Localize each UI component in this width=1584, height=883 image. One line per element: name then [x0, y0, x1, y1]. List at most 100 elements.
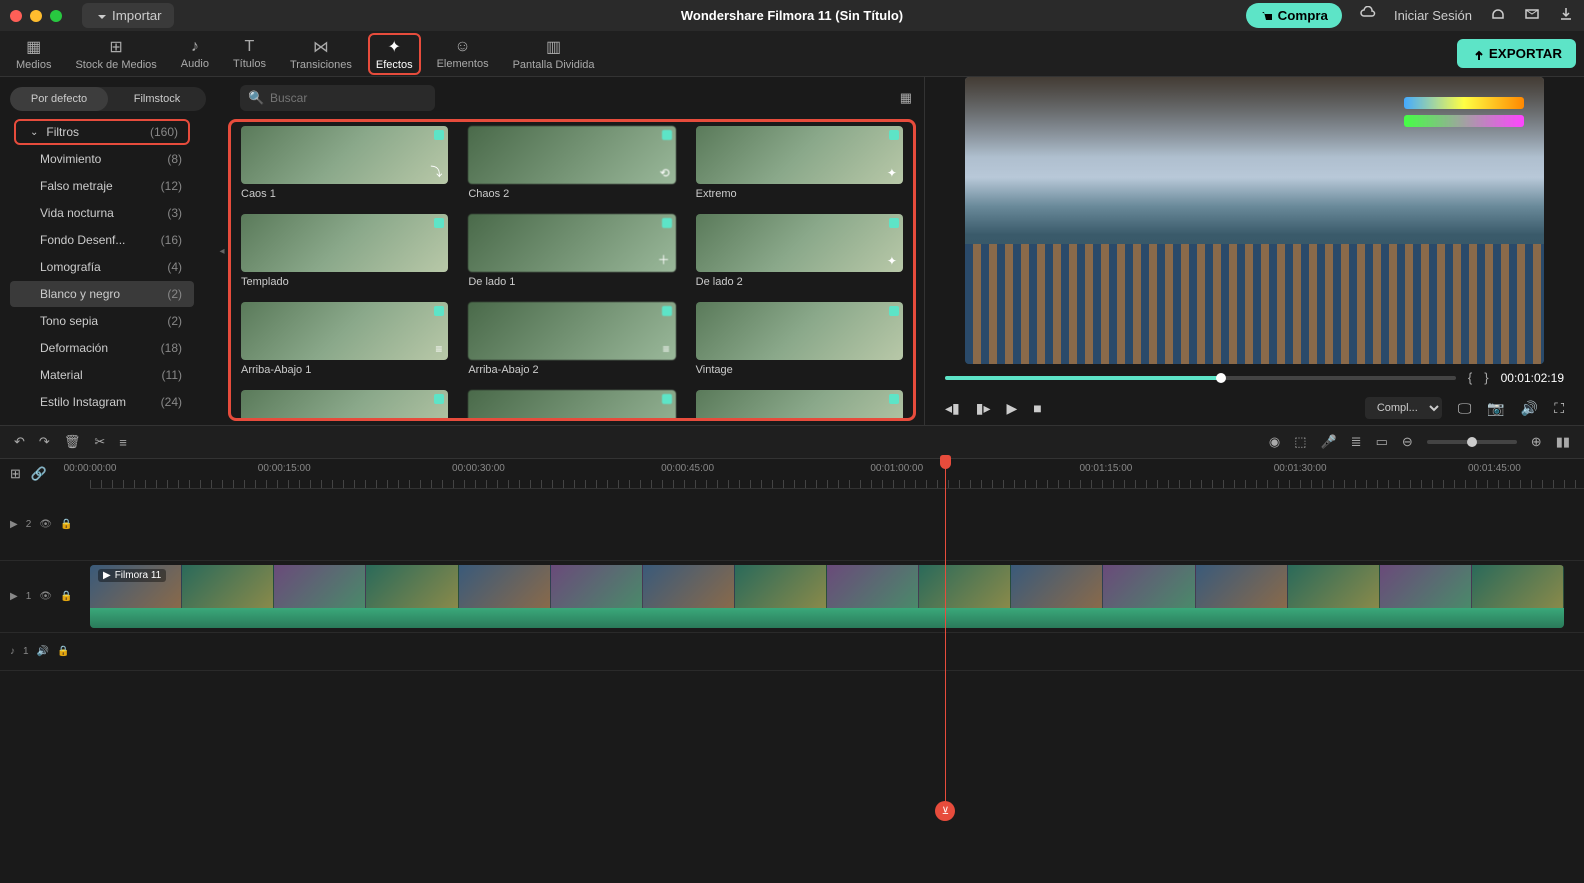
track-body-video-2[interactable]	[90, 489, 1584, 560]
audio-mixer-icon[interactable]: ≣	[1351, 434, 1362, 450]
playhead[interactable]	[945, 459, 946, 811]
audio-track-1[interactable]: ♪ 1 🔊 🔒	[0, 633, 1584, 671]
preview-quality-select[interactable]: Compl...	[1365, 397, 1442, 419]
stop-button[interactable]: ■	[1033, 400, 1041, 416]
zoom-fit-button[interactable]: ▮▮	[1556, 434, 1570, 450]
maximize-window-button[interactable]	[50, 10, 62, 22]
effect-card[interactable]: ≡Arriba-Abajo 2	[468, 302, 675, 376]
effect-card[interactable]: Vintage	[696, 302, 903, 376]
timeline-clip[interactable]: ▶Filmora 11	[90, 565, 1564, 628]
category-item[interactable]: Lomografía(4)	[10, 254, 194, 280]
download-icon[interactable]	[1558, 6, 1574, 25]
effect-card[interactable]	[468, 390, 675, 421]
category-item[interactable]: Deformación(18)	[10, 335, 194, 361]
track-body-video-1[interactable]: ▶Filmora 11	[90, 561, 1584, 632]
tab-audio[interactable]: ♪Audio	[173, 34, 217, 74]
split-button[interactable]: ✂	[94, 434, 105, 450]
close-window-button[interactable]	[10, 10, 22, 22]
visibility-icon[interactable]: 👁	[39, 519, 52, 530]
track-body-audio-1[interactable]	[90, 633, 1584, 670]
effect-label: De lado 2	[696, 276, 903, 288]
mail-icon[interactable]	[1524, 6, 1540, 25]
effect-card[interactable]: ✦De lado 2	[696, 214, 903, 288]
effect-card[interactable]	[696, 390, 903, 421]
sub-tab-filmstock[interactable]: Filmstock	[108, 87, 206, 111]
video-track-2[interactable]: ▶ 2 👁 🔒	[0, 489, 1584, 561]
tab-stock-media[interactable]: ⊞Stock de Medios	[67, 33, 164, 75]
cloud-icon[interactable]	[1360, 6, 1376, 25]
delete-button[interactable]: 🗑	[64, 434, 81, 450]
next-frame-button[interactable]: ▮▸	[976, 400, 991, 417]
redo-button[interactable]: ↷	[39, 434, 50, 450]
tab-effects[interactable]: ✦Efectos	[368, 33, 421, 75]
import-button[interactable]: Importar	[82, 3, 174, 28]
mute-icon[interactable]: 🔊	[37, 646, 49, 657]
edit-menu-button[interactable]: ≡	[119, 435, 127, 450]
minimize-window-button[interactable]	[30, 10, 42, 22]
export-button[interactable]: EXPORTAR	[1457, 39, 1576, 68]
category-item[interactable]: Fondo Desenf...(16)	[10, 227, 194, 253]
effect-card[interactable]: ⤵Caos 1	[241, 126, 448, 200]
sub-tab-default[interactable]: Por defecto	[10, 87, 108, 111]
record-button[interactable]: ◉	[1269, 434, 1280, 450]
category-item[interactable]: Tono sepia(2)	[10, 308, 194, 334]
zoom-slider[interactable]	[1427, 440, 1517, 444]
tab-elements[interactable]: ☺Elementos	[429, 34, 497, 74]
voiceover-icon[interactable]: 🎤	[1320, 434, 1336, 450]
headset-icon[interactable]	[1490, 6, 1506, 25]
tab-split-screen[interactable]: ▥Pantalla Dividida	[505, 33, 603, 75]
effect-card[interactable]: ≡Arriba-Abajo 1	[241, 302, 448, 376]
snapshot-icon[interactable]: 📷	[1487, 400, 1504, 417]
zoom-in-button[interactable]: ⊕	[1531, 434, 1542, 450]
tab-titles[interactable]: TTítulos	[225, 34, 274, 74]
category-item[interactable]: Vida nocturna(3)	[10, 200, 194, 226]
category-item[interactable]: ⌄Filtros(160)	[14, 119, 190, 145]
effect-card[interactable]: ✦Extremo	[696, 126, 903, 200]
export-icon	[1471, 48, 1483, 60]
category-item[interactable]: Material(11)	[10, 362, 194, 388]
sidebar-collapse-handle[interactable]: ◂	[216, 77, 228, 425]
category-name: Material	[40, 368, 83, 382]
effect-card[interactable]: ⟲Chaos 2	[468, 126, 675, 200]
preview-progress-thumb[interactable]	[1216, 373, 1226, 383]
category-item[interactable]: Movimiento(8)	[10, 146, 194, 172]
effect-card[interactable]: ＋De lado 1	[468, 214, 675, 288]
tab-media[interactable]: ▦Medios	[8, 33, 59, 75]
preview-progress-track[interactable]	[945, 376, 1456, 380]
timeline-options-icon[interactable]: ⊞	[10, 466, 21, 482]
category-count: (2)	[167, 287, 182, 301]
zoom-slider-thumb[interactable]	[1467, 437, 1477, 447]
prev-frame-button[interactable]: ◂▮	[945, 400, 960, 417]
effect-card[interactable]: Templado	[241, 214, 448, 288]
mark-in-button[interactable]: {	[1468, 370, 1472, 385]
fullscreen-icon[interactable]: ⛶	[1554, 400, 1564, 417]
search-input[interactable]	[240, 85, 435, 111]
category-item[interactable]: Estilo Instagram(24)	[10, 389, 194, 415]
preview-video[interactable]	[965, 77, 1544, 364]
tab-transitions[interactable]: ⋈Transiciones	[282, 33, 360, 75]
login-link[interactable]: Iniciar Sesión	[1394, 8, 1472, 23]
timeline-ruler[interactable]: 00:00:00:0000:00:15:0000:00:30:0000:00:4…	[90, 459, 1584, 489]
visibility-icon[interactable]: 👁	[39, 591, 52, 602]
buy-button[interactable]: Compra	[1246, 3, 1342, 28]
link-icon[interactable]: 🔗	[31, 466, 47, 482]
crop-icon[interactable]: ▭	[1376, 434, 1388, 450]
lock-icon[interactable]: 🔒	[57, 646, 69, 657]
mark-out-button[interactable]: }	[1484, 370, 1488, 385]
marker-icon[interactable]: ⬚	[1294, 434, 1306, 450]
display-mode-icon[interactable]: 🖵	[1458, 400, 1472, 417]
undo-button[interactable]: ↶	[14, 434, 25, 450]
tint-slider[interactable]	[1404, 115, 1524, 127]
category-item[interactable]: Falso metraje(12)	[10, 173, 194, 199]
category-item[interactable]: Blanco y negro(2)	[10, 281, 194, 307]
zoom-out-button[interactable]: ⊖	[1402, 434, 1413, 450]
lock-icon[interactable]: 🔒	[60, 519, 72, 530]
volume-icon[interactable]: 🔊	[1521, 400, 1538, 417]
video-track-1[interactable]: ▶ 1 👁 🔒 ▶Filmora 11	[0, 561, 1584, 633]
temperature-slider[interactable]	[1404, 97, 1524, 109]
grid-view-toggle[interactable]: ▦	[900, 90, 912, 106]
lock-icon[interactable]: 🔒	[60, 591, 72, 602]
play-button[interactable]: ▶	[1006, 400, 1017, 417]
effect-card[interactable]	[241, 390, 448, 421]
playhead-handle[interactable]: ⊻	[935, 801, 955, 821]
